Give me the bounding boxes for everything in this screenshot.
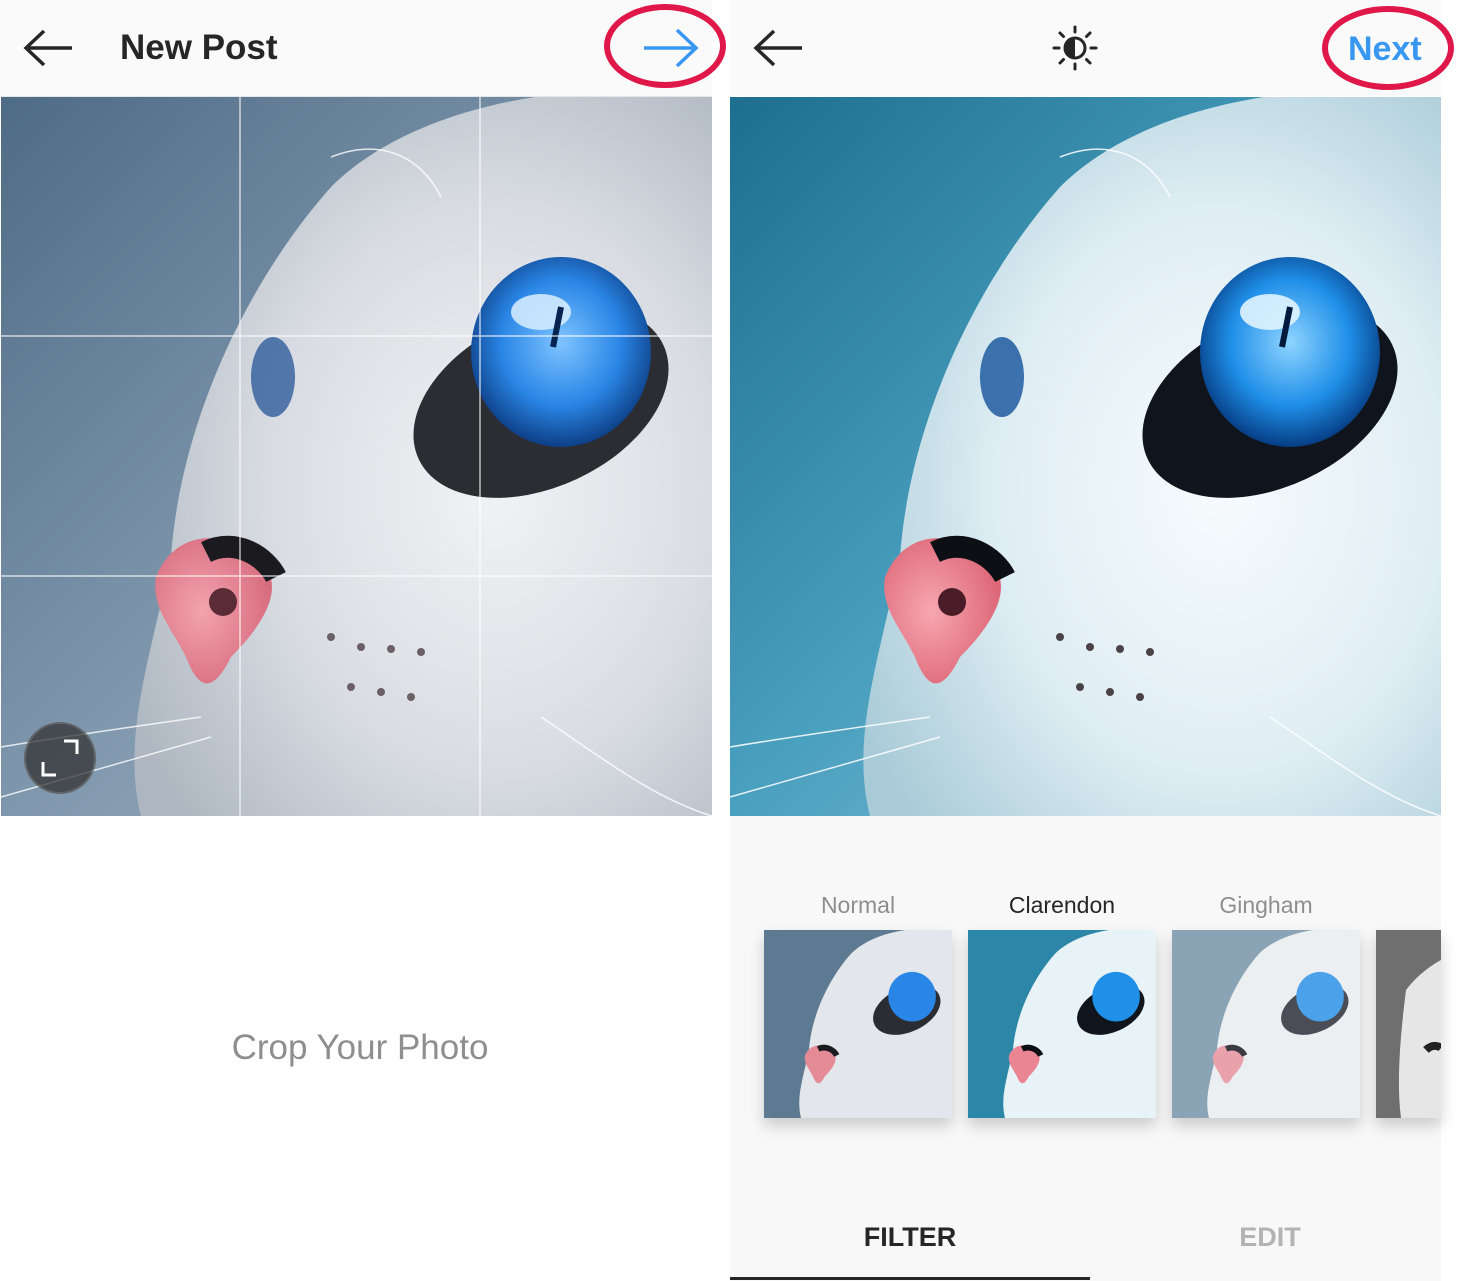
crop-photo[interactable] (1, 97, 712, 816)
active-tab-indicator (730, 1277, 1090, 1280)
crop-screen: New Post Crop Your Photo (0, 0, 726, 1281)
screenshot-root: New Post Crop Your Photo Next Normal Cla… (0, 0, 1457, 1281)
filter-strip: Normal Clarendon Gingham FILTER EDIT (730, 816, 1441, 1281)
filter-screen: Next Normal Clarendon Gingham FILTER EDI… (730, 0, 1457, 1281)
filter-thumb-clarendon[interactable] (968, 930, 1156, 1118)
back-arrow-icon[interactable] (22, 28, 74, 73)
expand-icon (41, 739, 79, 777)
tab-filter[interactable]: FILTER (730, 1222, 1090, 1253)
filtered-photo (730, 97, 1441, 816)
filter-thumb-gingham[interactable] (1172, 930, 1360, 1118)
filter-label-gingham: Gingham (1219, 892, 1313, 918)
tab-edit[interactable]: EDIT (1090, 1222, 1450, 1253)
next-highlight-ring (1322, 6, 1454, 90)
filter-label-clarendon: Clarendon (1008, 892, 1116, 918)
crop-caption: Crop Your Photo (231, 1028, 489, 1067)
expand-button[interactable] (24, 722, 96, 794)
forward-highlight-ring (604, 4, 726, 88)
back-arrow-icon[interactable] (752, 28, 804, 73)
filter-thumb-normal[interactable] (764, 930, 952, 1118)
page-title: New Post (120, 28, 278, 67)
filter-label-normal: Normal (820, 892, 896, 918)
filter-thumb-partial[interactable] (1376, 930, 1441, 1118)
lux-brightness-icon[interactable] (1052, 25, 1098, 76)
